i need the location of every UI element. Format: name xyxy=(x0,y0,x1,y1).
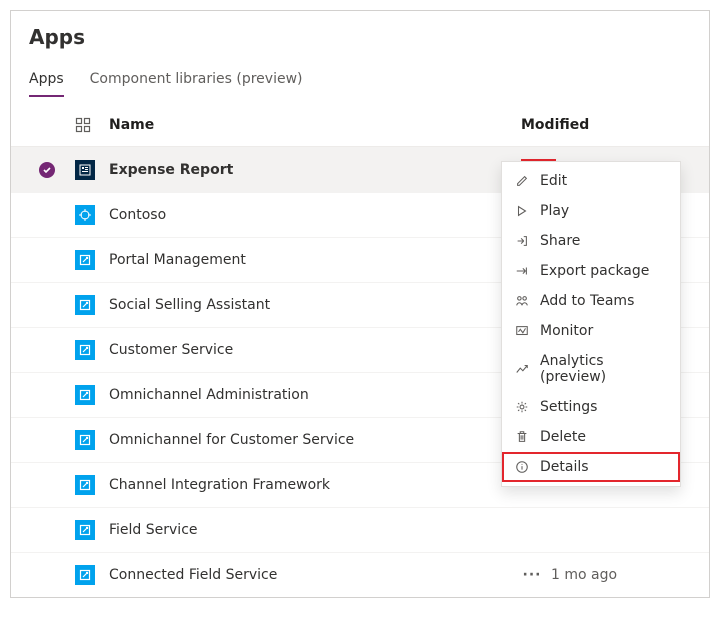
table-header: Name Modified xyxy=(11,103,709,147)
app-name[interactable]: Contoso xyxy=(109,207,521,223)
menu-item-analytics[interactable]: Analytics (preview) xyxy=(502,346,680,392)
menu-item-edit[interactable]: Edit xyxy=(502,166,680,196)
app-name[interactable]: Omnichannel for Customer Service xyxy=(109,432,521,448)
menu-item-share[interactable]: Share xyxy=(502,226,680,256)
menu-item-label: Edit xyxy=(540,173,567,189)
apps-panel: Apps Apps Component libraries (preview) N… xyxy=(10,10,710,598)
view-toggle[interactable] xyxy=(75,117,109,133)
column-name[interactable]: Name xyxy=(109,117,521,133)
table-body: Expense Report···19 h agoContosoPortal M… xyxy=(11,147,709,597)
app-name[interactable]: Connected Field Service xyxy=(109,567,521,583)
column-modified[interactable]: Modified xyxy=(521,117,681,133)
tab-1[interactable]: Component libraries (preview) xyxy=(90,65,303,97)
row-select[interactable] xyxy=(39,162,75,178)
menu-item-delete[interactable]: Delete xyxy=(502,422,680,452)
app-name[interactable]: Portal Management xyxy=(109,252,521,268)
table-row[interactable]: Field Service xyxy=(11,507,709,552)
menu-item-teams[interactable]: Add to Teams xyxy=(502,286,680,316)
menu-item-play[interactable]: Play xyxy=(502,196,680,226)
delete-icon xyxy=(514,429,530,445)
app-type-icon xyxy=(75,340,109,360)
app-type-icon xyxy=(75,295,109,315)
play-icon xyxy=(514,203,530,219)
menu-item-label: Details xyxy=(540,459,589,475)
menu-item-label: Settings xyxy=(540,399,597,415)
app-type-icon xyxy=(75,430,109,450)
grid-view-icon xyxy=(75,117,91,133)
app-name[interactable]: Channel Integration Framework xyxy=(109,477,521,493)
menu-item-monitor[interactable]: Monitor xyxy=(502,316,680,346)
details-icon xyxy=(514,459,530,475)
menu-item-label: Analytics (preview) xyxy=(540,353,668,385)
menu-item-label: Share xyxy=(540,233,580,249)
checkmark-icon xyxy=(39,162,55,178)
analytics-icon xyxy=(514,361,530,377)
modified-cell: ··· 1 mo ago xyxy=(521,567,681,583)
app-type-icon xyxy=(75,205,109,225)
settings-icon xyxy=(514,399,530,415)
app-type-icon xyxy=(75,565,109,585)
menu-item-export[interactable]: Export package xyxy=(502,256,680,286)
app-type-icon xyxy=(75,250,109,270)
app-name[interactable]: Expense Report xyxy=(109,162,521,178)
tab-0[interactable]: Apps xyxy=(29,65,64,97)
menu-item-label: Export package xyxy=(540,263,649,279)
app-name[interactable]: Social Selling Assistant xyxy=(109,297,521,313)
panel-header: Apps Apps Component libraries (preview) xyxy=(11,11,709,97)
export-icon xyxy=(514,263,530,279)
page-title: Apps xyxy=(29,25,691,49)
app-name[interactable]: Omnichannel Administration xyxy=(109,387,521,403)
app-name[interactable]: Customer Service xyxy=(109,342,521,358)
menu-item-label: Delete xyxy=(540,429,586,445)
app-type-icon xyxy=(75,160,109,180)
table-row[interactable]: Connected Field Service··· 1 mo ago xyxy=(11,552,709,597)
menu-item-label: Monitor xyxy=(540,323,593,339)
context-menu: Edit Play Share Export package Add to Teams M… xyxy=(501,161,681,487)
app-name[interactable]: Field Service xyxy=(109,522,521,538)
menu-item-details[interactable]: Details xyxy=(502,452,680,482)
menu-item-label: Play xyxy=(540,203,569,219)
menu-item-label: Add to Teams xyxy=(540,293,634,309)
modified-text: 1 mo ago xyxy=(551,567,617,583)
tabs: Apps Component libraries (preview) xyxy=(29,65,691,97)
teams-icon xyxy=(514,293,530,309)
app-type-icon xyxy=(75,520,109,540)
menu-item-settings[interactable]: Settings xyxy=(502,392,680,422)
edit-icon xyxy=(514,173,530,189)
app-type-icon xyxy=(75,385,109,405)
more-actions-button[interactable]: ··· xyxy=(521,567,543,583)
monitor-icon xyxy=(514,323,530,339)
app-type-icon xyxy=(75,475,109,495)
share-icon xyxy=(514,233,530,249)
